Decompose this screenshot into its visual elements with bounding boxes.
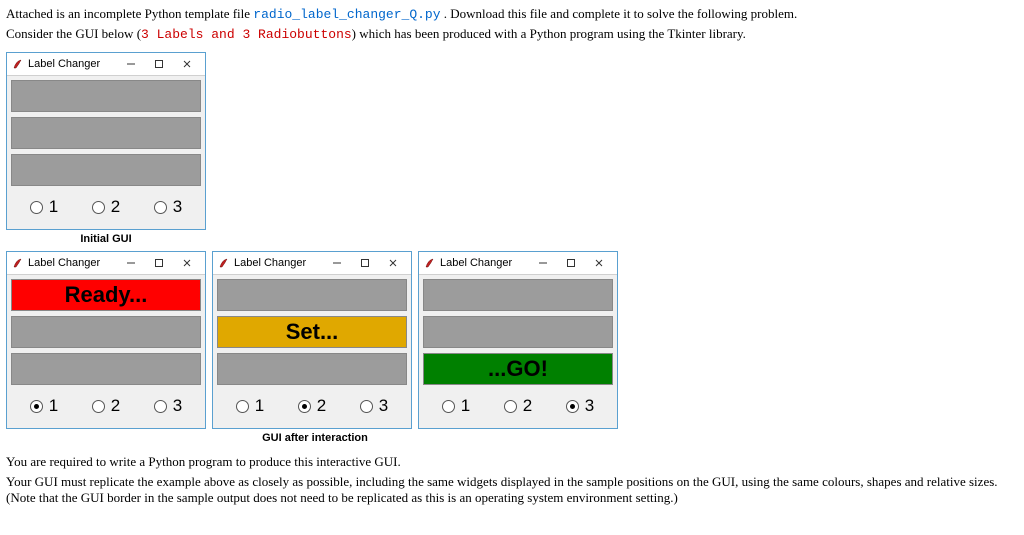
tk-feather-icon bbox=[11, 58, 23, 70]
radio-2[interactable]: 2 bbox=[92, 396, 120, 416]
label-2 bbox=[11, 117, 201, 149]
radio-2[interactable]: 2 bbox=[92, 197, 120, 217]
gui-window-state-2: Label Changer Set... 1 2 3 bbox=[212, 251, 412, 429]
intro-text: Consider the GUI below ( bbox=[6, 26, 141, 41]
minimize-button[interactable] bbox=[323, 253, 351, 273]
label-text: Ready... bbox=[65, 282, 148, 308]
radio-indicator bbox=[504, 400, 517, 413]
caption-initial: Initial GUI bbox=[80, 233, 131, 245]
radio-3[interactable]: 3 bbox=[566, 396, 594, 416]
radio-3[interactable]: 3 bbox=[154, 396, 182, 416]
radio-label: 2 bbox=[111, 197, 120, 217]
intro-line-2: Consider the GUI below (3 Labels and 3 R… bbox=[6, 26, 1018, 42]
label-text: Set... bbox=[286, 319, 339, 345]
tk-feather-icon bbox=[11, 257, 23, 269]
radio-1[interactable]: 1 bbox=[442, 396, 470, 416]
radio-2[interactable]: 2 bbox=[504, 396, 532, 416]
radio-2[interactable]: 2 bbox=[298, 396, 326, 416]
label-2 bbox=[423, 316, 613, 348]
titlebar: Label Changer bbox=[213, 252, 411, 275]
gui-window-state-3: Label Changer ...GO! 1 2 3 bbox=[418, 251, 618, 429]
maximize-button[interactable] bbox=[351, 253, 379, 273]
close-button[interactable] bbox=[379, 253, 407, 273]
tk-feather-icon bbox=[217, 257, 229, 269]
radio-indicator bbox=[92, 400, 105, 413]
intro-text: . Download this file and complete it to … bbox=[441, 6, 798, 21]
radio-label: 1 bbox=[49, 396, 58, 416]
tk-feather-icon bbox=[423, 257, 435, 269]
radio-indicator bbox=[154, 400, 167, 413]
titlebar: Label Changer bbox=[419, 252, 617, 275]
radio-1[interactable]: 1 bbox=[236, 396, 264, 416]
window-title: Label Changer bbox=[440, 257, 529, 269]
radio-label: 2 bbox=[111, 396, 120, 416]
radio-label: 1 bbox=[255, 396, 264, 416]
intro-text: ) which has been produced with a Python … bbox=[352, 26, 746, 41]
intro-text: Attached is an incomplete Python templat… bbox=[6, 6, 253, 21]
outro-line-1: You are required to write a Python progr… bbox=[6, 454, 1018, 470]
label-1 bbox=[11, 80, 201, 112]
radio-label: 1 bbox=[49, 197, 58, 217]
label-1 bbox=[217, 279, 407, 311]
close-button[interactable] bbox=[173, 54, 201, 74]
gui-window-state-1: Label Changer Ready... 1 2 3 bbox=[6, 251, 206, 429]
minimize-button[interactable] bbox=[529, 253, 557, 273]
label-3 bbox=[217, 353, 407, 385]
radio-label: 2 bbox=[317, 396, 326, 416]
radio-indicator bbox=[298, 400, 311, 413]
radio-indicator bbox=[360, 400, 373, 413]
radio-indicator bbox=[566, 400, 579, 413]
close-button[interactable] bbox=[585, 253, 613, 273]
radio-3[interactable]: 3 bbox=[154, 197, 182, 217]
radio-3[interactable]: 3 bbox=[360, 396, 388, 416]
radio-indicator bbox=[92, 201, 105, 214]
radio-indicator bbox=[442, 400, 455, 413]
close-button[interactable] bbox=[173, 253, 201, 273]
radio-indicator bbox=[30, 400, 43, 413]
minimize-button[interactable] bbox=[117, 54, 145, 74]
window-title: Label Changer bbox=[28, 257, 117, 269]
label-3: ...GO! bbox=[423, 353, 613, 385]
filename-code: radio_label_changer_Q.py bbox=[253, 7, 440, 22]
label-2 bbox=[11, 316, 201, 348]
titlebar: Label Changer bbox=[7, 252, 205, 275]
label-1: Ready... bbox=[11, 279, 201, 311]
maximize-button[interactable] bbox=[145, 54, 173, 74]
maximize-button[interactable] bbox=[145, 253, 173, 273]
label-3 bbox=[11, 353, 201, 385]
label-text: ...GO! bbox=[488, 356, 548, 382]
radio-indicator bbox=[30, 201, 43, 214]
caption-after: GUI after interaction bbox=[6, 432, 624, 444]
widgets-code: 3 Labels and 3 Radiobuttons bbox=[141, 27, 352, 42]
radio-indicator bbox=[236, 400, 249, 413]
outro-line-2: Your GUI must replicate the example abov… bbox=[6, 474, 1018, 506]
radio-label: 1 bbox=[461, 396, 470, 416]
label-1 bbox=[423, 279, 613, 311]
label-3 bbox=[11, 154, 201, 186]
radio-indicator bbox=[154, 201, 167, 214]
titlebar: Label Changer bbox=[7, 53, 205, 76]
label-2: Set... bbox=[217, 316, 407, 348]
radio-label: 3 bbox=[585, 396, 594, 416]
radio-1[interactable]: 1 bbox=[30, 197, 58, 217]
window-title: Label Changer bbox=[28, 58, 117, 70]
radio-label: 3 bbox=[173, 197, 182, 217]
intro-line-1: Attached is an incomplete Python templat… bbox=[6, 6, 1018, 22]
radio-label: 3 bbox=[379, 396, 388, 416]
window-title: Label Changer bbox=[234, 257, 323, 269]
radio-1[interactable]: 1 bbox=[30, 396, 58, 416]
radio-label: 2 bbox=[523, 396, 532, 416]
maximize-button[interactable] bbox=[557, 253, 585, 273]
minimize-button[interactable] bbox=[117, 253, 145, 273]
radio-label: 3 bbox=[173, 396, 182, 416]
initial-gui-window: Label Changer 1 2 3 bbox=[6, 52, 206, 230]
